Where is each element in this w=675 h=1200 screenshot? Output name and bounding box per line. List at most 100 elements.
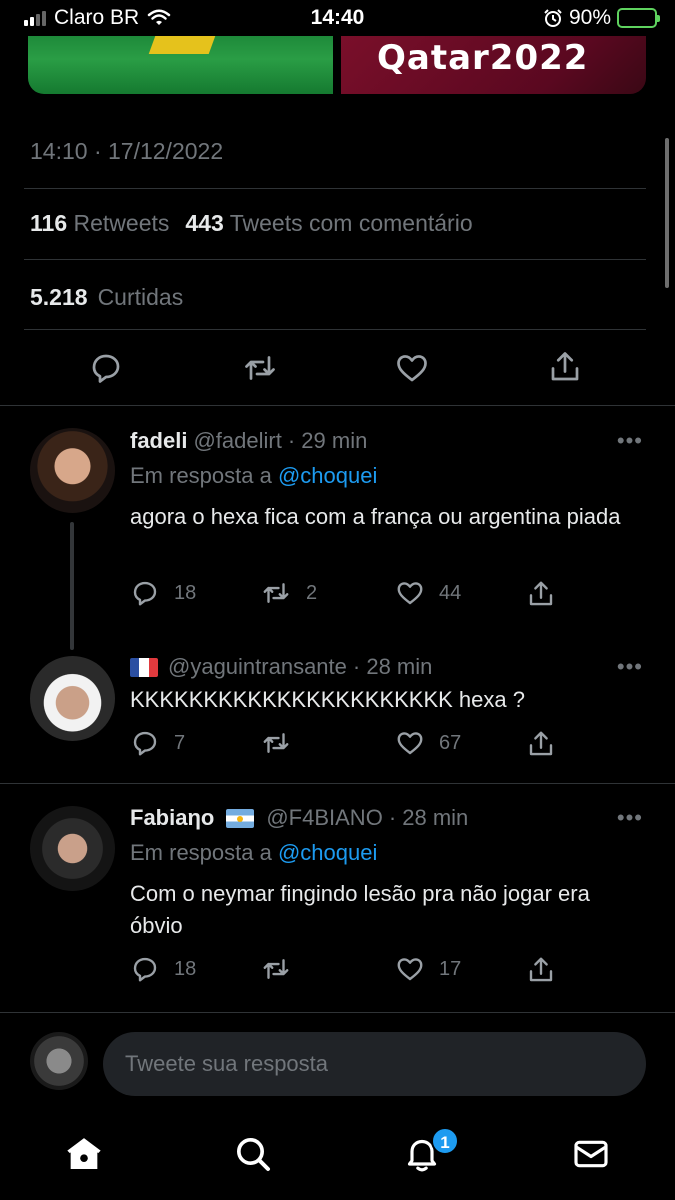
current-user-avatar[interactable] (30, 1032, 88, 1090)
france-flag-icon (130, 657, 158, 677)
retweet-button[interactable] (260, 954, 306, 984)
like-icon (397, 732, 423, 755)
reply-button[interactable]: 18 (130, 578, 196, 608)
reply-author-handle[interactable]: @yaguintransante (168, 654, 347, 680)
tweet-media[interactable]: Qatar2022 (28, 36, 646, 94)
media-image-brazil-flag[interactable] (28, 36, 333, 94)
quotes-stat[interactable]: 443 Tweets com comentário (185, 210, 472, 237)
more-options-icon[interactable]: ••• (617, 805, 643, 831)
reply-text: Com o neymar fingindo lesão pra não joga… (130, 881, 590, 938)
argentina-flag-icon (226, 808, 255, 828)
notifications-badge: 1 (431, 1127, 459, 1155)
reply-button[interactable]: 18 (130, 954, 196, 984)
reply-icon (133, 957, 157, 982)
reply-time: · 28 min (352, 654, 433, 679)
status-bar: Claro BR 14:40 90% (0, 0, 675, 36)
like-icon[interactable] (394, 350, 430, 386)
divider (0, 1012, 675, 1013)
battery-icon (617, 8, 660, 28)
reply-header: @yaguintransante · 28 min (130, 654, 432, 680)
mention-link[interactable]: @choquei (278, 840, 377, 865)
share-button[interactable] (526, 954, 556, 986)
reply-author-handle[interactable]: @F4BIANO (266, 805, 382, 831)
reply-author-name[interactable]: Fabiaηo (130, 805, 214, 831)
reply-action-bar: 7 67 (130, 728, 570, 760)
reply-context: Em resposta a @choquei (130, 463, 377, 489)
mention-link[interactable]: @choquei (278, 463, 377, 488)
share-button[interactable] (526, 728, 556, 760)
reply-action-bar: 18 2 44 (130, 578, 570, 610)
tweet-stats-retweets: 116 Retweets 443 Tweets com comentário (30, 210, 473, 237)
share-icon (529, 731, 553, 756)
share-icon[interactable] (547, 348, 583, 386)
retweets-stat[interactable]: 116 Retweets (30, 210, 169, 237)
reply-header: fadeli @fadelirt · 29 min (130, 428, 367, 454)
reply-count: 18 (174, 957, 197, 980)
share-icon (529, 581, 553, 606)
reply-icon (133, 581, 157, 606)
reply-tweet[interactable]: @yaguintransante · 28 min ••• KKKKKKKKKK… (0, 646, 675, 782)
quotes-label: Tweets com comentário (229, 210, 473, 236)
avatar[interactable] (30, 428, 115, 513)
reply-time: · 29 min (287, 428, 368, 453)
thread-line (70, 522, 74, 650)
retweets-count: 116 (30, 210, 68, 236)
like-button[interactable]: 17 (395, 954, 461, 984)
reply-author-name[interactable]: fadeli (130, 428, 187, 454)
divider (24, 259, 646, 260)
like-icon (397, 958, 423, 981)
retweet-button[interactable]: 2 (260, 578, 317, 608)
tweet-timestamp[interactable]: 14:10 · 17/12/2022 (30, 138, 223, 165)
media-image-qatar-2022[interactable]: Qatar2022 (341, 36, 646, 94)
alarm-icon (544, 9, 562, 27)
reply-context-prefix: Em resposta a (130, 463, 272, 488)
retweets-label: Retweets (73, 210, 170, 236)
search-icon[interactable] (233, 1134, 273, 1174)
reply-context: Em resposta a @choquei (130, 840, 377, 866)
like-button[interactable]: 67 (395, 728, 461, 758)
reply-text: KKKKKKKKKKKKKKKKKKKKKK hexa ? (130, 687, 525, 712)
tweet-action-bar (0, 348, 675, 388)
like-button[interactable]: 44 (395, 578, 461, 608)
like-count: 44 (439, 581, 462, 604)
reply-tweet[interactable]: Fabiaηo @F4BIANO · 28 min ••• Em respost… (0, 784, 675, 1010)
reply-text: agora o hexa fica com a frança ou argent… (130, 504, 621, 529)
like-icon (397, 582, 423, 605)
avatar[interactable] (30, 656, 115, 741)
scroll-indicator (665, 138, 669, 288)
retweet-button[interactable] (260, 728, 306, 758)
tweet-stats-likes[interactable]: 5.218 Curtidas (30, 284, 183, 311)
reply-icon[interactable] (88, 350, 124, 386)
divider (24, 329, 646, 330)
more-options-icon[interactable]: ••• (617, 654, 643, 680)
reply-action-bar: 18 17 (130, 954, 570, 986)
retweet-icon[interactable] (241, 350, 279, 386)
quotes-count: 443 (185, 210, 224, 236)
messages-envelope-icon[interactable] (571, 1134, 611, 1174)
reply-count: 18 (174, 581, 197, 604)
avatar[interactable] (30, 806, 115, 891)
reply-count: 7 (174, 731, 186, 754)
retweet-count: 2 (306, 581, 318, 604)
reply-icon (133, 731, 157, 756)
likes-count: 5.218 (30, 284, 88, 310)
reply-tweet[interactable]: fadeli @fadelirt · 29 min ••• Em respost… (0, 406, 675, 650)
share-button[interactable] (526, 578, 556, 610)
like-count: 17 (439, 957, 462, 980)
bottom-tab-bar (0, 1124, 675, 1194)
media-image-text: Qatar2022 (377, 38, 589, 78)
reply-time: · 28 min (388, 805, 469, 830)
reply-context-prefix: Em resposta a (130, 840, 272, 865)
more-options-icon[interactable]: ••• (617, 428, 643, 454)
like-count: 67 (439, 731, 462, 754)
home-icon[interactable] (64, 1134, 104, 1174)
battery-percentage: 90% (568, 6, 611, 29)
retweet-icon (263, 959, 289, 979)
reply-author-handle[interactable]: @fadelirt (193, 428, 281, 454)
reply-button[interactable]: 7 (130, 728, 185, 758)
reply-compose-input[interactable] (103, 1032, 646, 1096)
likes-label: Curtidas (97, 284, 184, 310)
retweet-icon (263, 583, 289, 603)
retweet-icon (263, 733, 289, 753)
divider (24, 188, 646, 189)
